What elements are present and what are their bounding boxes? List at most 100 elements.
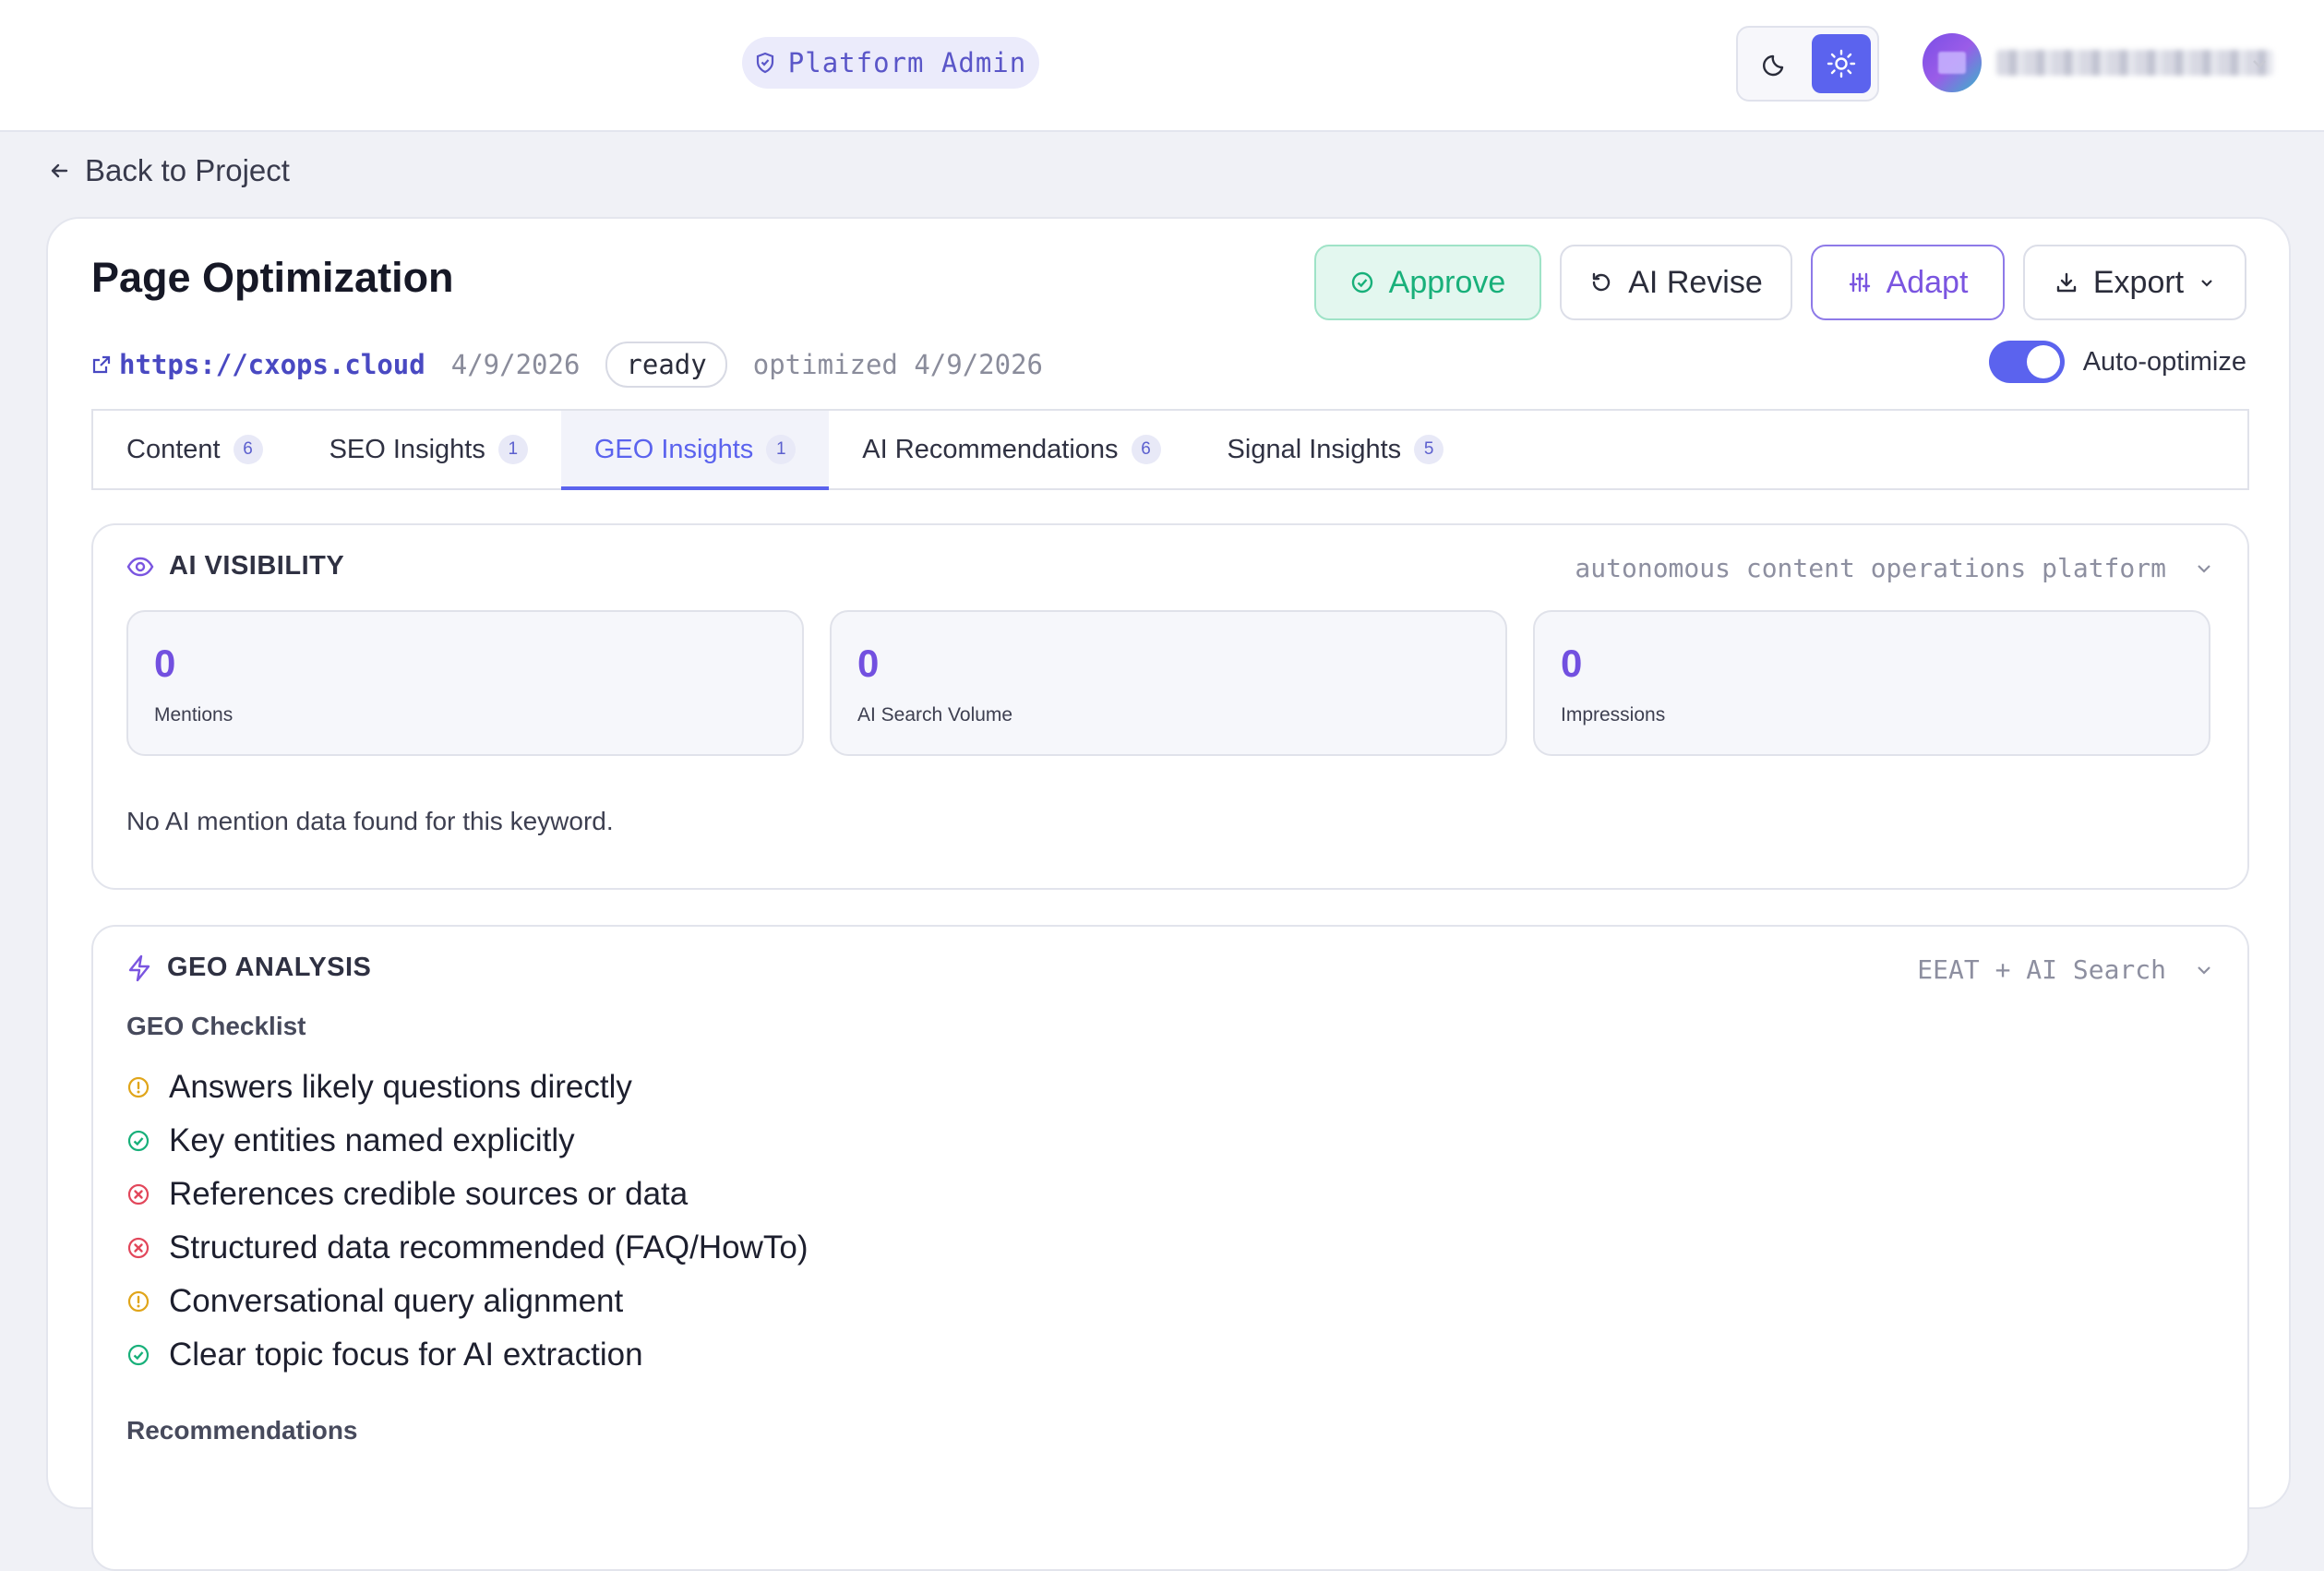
back-label: Back to Project bbox=[85, 153, 290, 187]
action-buttons: Approve AI Revise Adapt Export bbox=[1314, 245, 2246, 320]
stat-card-mentions: 0 Mentions bbox=[126, 610, 804, 756]
stat-value: 0 bbox=[154, 642, 176, 685]
tab-count-badge: 1 bbox=[497, 435, 528, 464]
checklist-item: Structured data recommended (FAQ/HowTo) bbox=[126, 1221, 809, 1275]
tab-signal-insights[interactable]: Signal Insights 5 bbox=[1194, 411, 1478, 488]
checklist-item: Key entities named explicitly bbox=[126, 1114, 809, 1168]
external-link-icon bbox=[92, 355, 111, 374]
page-optimization-card: Page Optimization https://cxops.cloud 4/… bbox=[46, 217, 2291, 1571]
chevron-down-icon[interactable] bbox=[2249, 54, 2270, 74]
chevron-down-icon bbox=[2198, 965, 2210, 975]
checklist-text: Conversational query alignment bbox=[169, 1283, 624, 1319]
avatar-image bbox=[1938, 52, 1966, 74]
download-icon bbox=[2056, 272, 2077, 293]
stat-label: Impressions bbox=[1561, 704, 1666, 726]
status-badge: ready bbox=[605, 342, 727, 388]
auto-optimize-label: Auto-optimize bbox=[2082, 346, 2246, 377]
checklist-item: Conversational query alignment bbox=[126, 1275, 809, 1328]
tab-seo-insights[interactable]: SEO Insights 1 bbox=[296, 411, 561, 488]
checklist-text: References credible sources or data bbox=[169, 1176, 689, 1212]
geo-analysis-hint[interactable]: EEAT + AI Search bbox=[1917, 954, 2214, 985]
tab-content[interactable]: Content 6 bbox=[93, 411, 296, 488]
checklist-text: Clear topic focus for AI extraction bbox=[169, 1337, 643, 1373]
top-bar: Platform Admin bbox=[0, 0, 2324, 132]
tab-count-badge: 6 bbox=[1131, 435, 1161, 464]
empty-state-text: No AI mention data found for this keywor… bbox=[126, 807, 614, 835]
check-circle-icon bbox=[127, 1344, 150, 1366]
export-button[interactable]: Export bbox=[2023, 245, 2246, 320]
eye-icon bbox=[126, 557, 154, 576]
light-mode-button[interactable] bbox=[1812, 34, 1871, 93]
warning-circle-icon bbox=[127, 1076, 150, 1098]
geo-analysis-title: GEO ANALYSIS bbox=[167, 953, 372, 982]
rotate-ccw-icon bbox=[1593, 272, 1611, 292]
page-date: 4/9/2026 bbox=[450, 349, 581, 380]
optimized-date: optimized 4/9/2026 bbox=[752, 349, 1044, 380]
stat-value: 0 bbox=[857, 642, 880, 685]
tab-geo-insights[interactable]: GEO Insights 1 bbox=[560, 411, 830, 490]
checklist-text: Structured data recommended (FAQ/HowTo) bbox=[169, 1229, 809, 1265]
tab-count-badge: 1 bbox=[766, 435, 797, 464]
check-circle-icon bbox=[127, 1130, 150, 1152]
arrow-left-icon bbox=[51, 163, 68, 178]
stat-label: AI Search Volume bbox=[857, 704, 1013, 726]
tab-label: SEO Insights bbox=[329, 434, 485, 464]
export-label: Export bbox=[2092, 264, 2185, 300]
chevron-down-icon bbox=[2198, 564, 2210, 573]
ai-visibility-heading[interactable]: AI VISIBILITY bbox=[126, 551, 344, 582]
geo-checklist: Answers likely questions directly Key en… bbox=[126, 1061, 809, 1382]
stat-card-ai-search-volume: 0 AI Search Volume bbox=[830, 610, 1507, 756]
ai-revise-label: AI Revise bbox=[1628, 264, 1763, 300]
page-url-link[interactable]: https://cxops.cloud bbox=[91, 349, 425, 380]
keyword-text: autonomous content operations platform bbox=[1575, 553, 2166, 583]
approve-button[interactable]: Approve bbox=[1314, 245, 1541, 320]
ai-revise-button[interactable]: AI Revise bbox=[1560, 245, 1792, 320]
platform-admin-badge: Platform Admin bbox=[742, 37, 1039, 89]
warning-circle-icon bbox=[127, 1290, 150, 1313]
auto-optimize-control: Auto-optimize bbox=[1988, 341, 2246, 383]
ai-visibility-panel: AI VISIBILITY autonomous content operati… bbox=[91, 523, 2249, 890]
dark-mode-button[interactable] bbox=[1747, 34, 1806, 93]
checklist-item: Answers likely questions directly bbox=[126, 1061, 809, 1114]
tab-ai-recommendations[interactable]: AI Recommendations 6 bbox=[829, 411, 1193, 488]
tab-label: Signal Insights bbox=[1227, 434, 1402, 464]
checklist-text: Answers likely questions directly bbox=[169, 1069, 632, 1105]
geo-checklist-title: GEO Checklist bbox=[126, 1012, 306, 1040]
user-name-redacted[interactable] bbox=[1996, 50, 2273, 76]
check-circle-icon bbox=[1351, 271, 1372, 294]
geo-hint-text: EEAT + AI Search bbox=[1917, 954, 2166, 985]
sun-icon bbox=[1827, 49, 1856, 78]
platform-admin-label: Platform Admin bbox=[787, 47, 1027, 78]
x-circle-icon bbox=[127, 1237, 150, 1259]
recommendations-title: Recommendations bbox=[126, 1416, 358, 1445]
adapt-label: Adapt bbox=[1886, 264, 1969, 300]
tab-bar: Content 6 SEO Insights 1 GEO Insights 1 … bbox=[91, 409, 2249, 490]
checklist-text: Key entities named explicitly bbox=[169, 1122, 575, 1158]
stat-card-impressions: 0 Impressions bbox=[1533, 610, 2210, 756]
tab-label: AI Recommendations bbox=[862, 434, 1119, 464]
approve-label: Approve bbox=[1388, 264, 1506, 300]
chevron-down-icon bbox=[2201, 280, 2212, 287]
geo-analysis-panel: GEO ANALYSIS EEAT + AI Search GEO Checkl… bbox=[91, 925, 2249, 1571]
stat-value: 0 bbox=[1561, 642, 1583, 685]
theme-toggle[interactable] bbox=[1736, 26, 1879, 102]
lightning-icon bbox=[128, 954, 150, 981]
tab-count-badge: 6 bbox=[233, 435, 263, 464]
ai-visibility-keyword[interactable]: autonomous content operations platform bbox=[1575, 553, 2214, 583]
ai-visibility-title: AI VISIBILITY bbox=[169, 551, 345, 581]
avatar[interactable] bbox=[1923, 33, 1982, 92]
stat-label: Mentions bbox=[154, 704, 234, 726]
shield-icon bbox=[756, 52, 773, 74]
sliders-icon bbox=[1849, 272, 1870, 293]
x-circle-icon bbox=[127, 1183, 150, 1205]
geo-analysis-heading[interactable]: GEO ANALYSIS bbox=[126, 953, 371, 983]
tab-count-badge: 5 bbox=[1414, 435, 1444, 464]
back-to-project-link[interactable]: Back to Project bbox=[48, 153, 290, 188]
tab-label: GEO Insights bbox=[593, 434, 754, 464]
adapt-button[interactable]: Adapt bbox=[1811, 245, 2005, 320]
moon-icon bbox=[1763, 54, 1784, 77]
checklist-item: References credible sources or data bbox=[126, 1168, 809, 1221]
page-meta: https://cxops.cloud 4/9/2026 ready optim… bbox=[91, 342, 1043, 388]
auto-optimize-toggle[interactable] bbox=[1988, 341, 2065, 383]
page-url: https://cxops.cloud bbox=[119, 349, 425, 380]
